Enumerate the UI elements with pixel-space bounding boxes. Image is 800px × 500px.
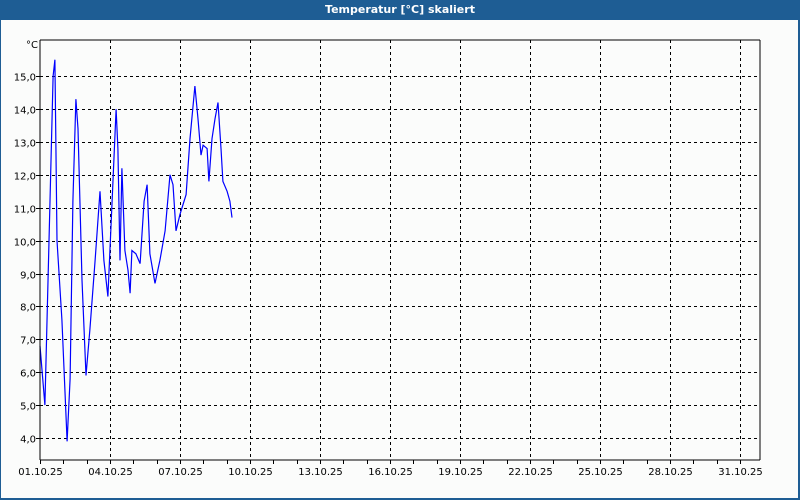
y-tick-label: 13,0 [14,139,36,150]
y-tick-label: 5,0 [20,402,36,413]
y-tick-label: 6,0 [20,369,36,380]
y-tick-label: 9,0 [20,271,36,282]
y-tick-label: 7,0 [20,336,36,347]
y-tick-label: 12,0 [14,172,36,183]
x-tick-label: 22.10.25 [508,467,553,478]
x-tick-label: 16.10.25 [368,467,413,478]
x-tick-label: 31.10.25 [718,467,763,478]
temperature-line [39,59,233,442]
y-tick-label: 4,0 [20,435,36,446]
y-tick-label: 10,0 [14,238,36,249]
x-tick-label: 10.10.25 [228,467,273,478]
y-tick-label: 14,0 [14,106,36,117]
x-tick-label: 13.10.25 [298,467,343,478]
x-tick-label: 01.10.25 [18,467,63,478]
x-tick-label: 28.10.25 [648,467,693,478]
y-axis-unit: °C [26,40,38,51]
y-tick-label: 8,0 [20,303,36,314]
temperature-chart: °C 4,0 5,0 6,0 7,0 8,0 9,0 10,0 11,0 12,0 13,0 14,… [14,39,763,478]
y-tick-label: 11,0 [14,205,36,216]
y-tick-label: 15,0 [14,73,36,84]
x-tick-label: 19.10.25 [438,467,483,478]
x-tick-label: 04.10.25 [88,467,133,478]
x-tick-label: 07.10.25 [158,467,203,478]
x-tick-label: 25.10.25 [578,467,623,478]
